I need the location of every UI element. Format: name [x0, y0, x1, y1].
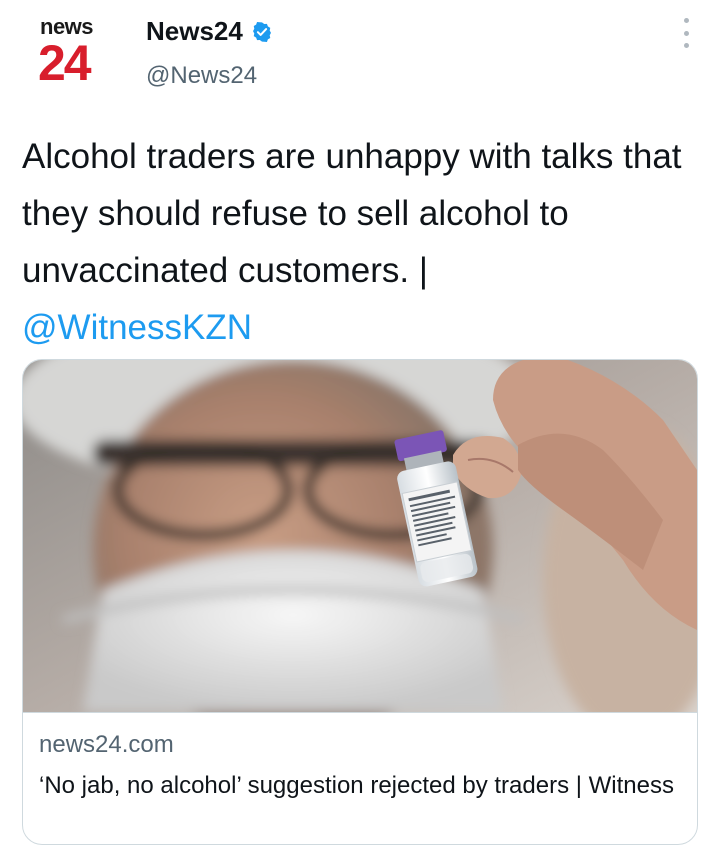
link-card[interactable]: news24.com ‘No jab, no alcohol’ suggesti… [22, 359, 698, 845]
tweet-body: Alcohol traders are unhappy with talks t… [22, 137, 682, 290]
vaccine-vial-photo [23, 360, 697, 712]
card-domain: news24.com [39, 731, 174, 758]
more-dot [683, 30, 689, 36]
mention-link[interactable]: @WitnessKZN [22, 308, 252, 347]
user-handle[interactable]: @News24 [146, 62, 257, 90]
display-name[interactable]: News24 [146, 16, 243, 47]
more-options-icon[interactable] [682, 18, 690, 48]
tweet-text: Alcohol traders are unhappy with talks t… [22, 128, 702, 356]
more-dot [683, 18, 689, 23]
tweet-header: news 24 News24 @News24 [0, 0, 720, 110]
more-dot [683, 43, 689, 48]
card-meta: news24.com ‘No jab, no alcohol’ suggesti… [23, 712, 697, 844]
avatar-number: 24 [38, 35, 92, 91]
name-row: News24 [146, 16, 273, 47]
card-title[interactable]: ‘No jab, no alcohol’ suggestion rejected… [39, 769, 679, 803]
avatar[interactable]: news 24 [34, 14, 110, 90]
verified-badge-icon [252, 21, 271, 42]
